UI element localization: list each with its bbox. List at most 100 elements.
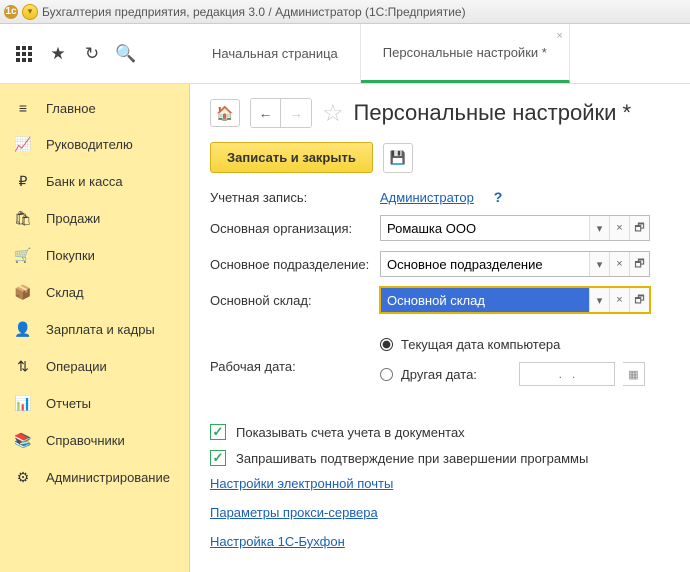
apps-icon[interactable]	[14, 44, 34, 64]
action-row: Записать и закрыть 💾	[210, 142, 670, 173]
chevron-down-icon[interactable]: ▾	[589, 288, 609, 312]
sidebar-item-reports[interactable]: 📊 Отчеты	[0, 385, 189, 422]
forward-button[interactable]: →	[281, 99, 311, 127]
sidebar-item-hr[interactable]: 👤 Зарплата и кадры	[0, 311, 189, 348]
gear-icon: ⚙	[14, 469, 32, 486]
list-icon: ≡	[14, 100, 32, 116]
radio-input[interactable]	[380, 368, 393, 381]
barchart-icon: 📊	[14, 395, 32, 412]
sidebar-item-refs[interactable]: 📚Справочники	[0, 422, 189, 459]
check-show-accounts[interactable]: ✓ Показывать счета учета в документах	[210, 424, 670, 440]
sidebar-item-operations[interactable]: ⇅Операции	[0, 348, 189, 385]
dropdown-icon[interactable]: ▾	[22, 4, 38, 20]
radio-current-date[interactable]: Текущая дата компьютера	[380, 337, 645, 352]
tab-label: Начальная страница	[212, 46, 338, 61]
sidebar-item-warehouse[interactable]: 📦 Склад	[0, 274, 189, 311]
link-buhfon-settings[interactable]: Настройка 1С-Бухфон	[210, 534, 345, 549]
sidebar-item-label: Администрирование	[46, 470, 170, 485]
checkbox-icon[interactable]: ✓	[210, 450, 226, 466]
content: 🏠 ← → ☆ Персональные настройки * Записат…	[190, 84, 690, 572]
cart-icon: 🛒	[14, 247, 32, 264]
dept-label: Основное подразделение:	[210, 257, 380, 272]
app-icon: 1c	[4, 5, 18, 19]
clear-icon[interactable]: ×	[609, 288, 629, 312]
open-icon[interactable]: 🗗	[629, 216, 649, 240]
org-label: Основная организация:	[210, 221, 380, 236]
sidebar-item-label: Банк и касса	[46, 174, 123, 189]
sidebar-item-label: Отчеты	[46, 396, 91, 411]
chevron-down-icon[interactable]: ▾	[589, 252, 609, 276]
sidebar-item-purchases[interactable]: 🛒 Покупки	[0, 237, 189, 274]
dept-input[interactable]	[381, 252, 589, 276]
radio-label: Текущая дата компьютера	[401, 337, 560, 352]
home-button[interactable]: 🏠	[210, 99, 240, 127]
sidebar-item-label: Руководителю	[46, 137, 133, 152]
sidebar-item-label: Склад	[46, 285, 84, 300]
sidebar-item-sales[interactable]: 🛍 Продажи	[0, 200, 189, 237]
sidebar-item-bank[interactable]: ₽ Банк и касса	[0, 163, 189, 200]
sidebar: ≡ Главное 📈 Руководителю ₽ Банк и касса 🛍 Пр…	[0, 84, 190, 572]
bag-icon: 🛍	[14, 210, 32, 227]
toolbar-left: ★ ↻ 🔍	[0, 24, 190, 83]
date-options: Текущая дата компьютера Другая дата: ▦	[380, 337, 645, 396]
radio-other-date[interactable]: Другая дата: ▦	[380, 362, 645, 386]
save-button[interactable]: 💾	[383, 143, 413, 173]
chart-icon: 📈	[14, 136, 32, 153]
favorite-icon[interactable]: ☆	[322, 99, 344, 128]
sidebar-item-main[interactable]: ≡ Главное	[0, 90, 189, 126]
org-combo: ▾ × 🗗	[380, 215, 650, 241]
open-icon[interactable]: 🗗	[629, 252, 649, 276]
tab-label: Персональные настройки *	[383, 45, 547, 60]
check-confirm-exit[interactable]: ✓ Запрашивать подтверждение при завершен…	[210, 450, 670, 466]
link-proxy-settings[interactable]: Параметры прокси-сервера	[210, 505, 378, 520]
sidebar-item-label: Продажи	[46, 211, 100, 226]
sidebar-item-label: Зарплата и кадры	[46, 322, 155, 337]
wh-input[interactable]	[381, 288, 589, 312]
wh-combo: ▾ × 🗗	[380, 287, 650, 313]
search-icon[interactable]: 🔍	[116, 44, 136, 64]
window-title: Бухгалтерия предприятия, редакция 3.0 / …	[42, 5, 466, 19]
account-label: Учетная запись:	[210, 190, 380, 205]
wh-label: Основной склад:	[210, 293, 380, 308]
wh-row: Основной склад: ▾ × 🗗	[210, 287, 670, 313]
page-header: 🏠 ← → ☆ Персональные настройки *	[210, 98, 670, 128]
toolbar: ★ ↻ 🔍 Начальная страница Персональные на…	[0, 24, 690, 84]
checkbox-label: Показывать счета учета в документах	[236, 425, 465, 440]
link-email-settings[interactable]: Настройки электронной почты	[210, 476, 393, 491]
back-button[interactable]: ←	[251, 99, 281, 127]
save-close-button[interactable]: Записать и закрыть	[210, 142, 373, 173]
checkbox-icon[interactable]: ✓	[210, 424, 226, 440]
radio-input[interactable]	[380, 338, 393, 351]
date-label: Рабочая дата:	[210, 359, 380, 374]
account-link[interactable]: Администратор	[380, 190, 474, 205]
tab-home[interactable]: Начальная страница	[190, 24, 361, 83]
nav-group: ← →	[250, 98, 312, 128]
ruble-icon: ₽	[14, 173, 32, 190]
sidebar-item-admin[interactable]: ⚙ Администрирование	[0, 459, 189, 496]
sidebar-item-manager[interactable]: 📈 Руководителю	[0, 126, 189, 163]
sidebar-item-label: Справочники	[46, 433, 125, 448]
tab-settings[interactable]: Персональные настройки * ×	[361, 24, 570, 83]
transfer-icon: ⇅	[14, 358, 32, 375]
close-icon[interactable]: ×	[556, 30, 562, 42]
page-title: Персональные настройки *	[354, 100, 632, 126]
open-icon[interactable]: 🗗	[629, 288, 649, 312]
history-icon[interactable]: ↻	[82, 44, 102, 64]
org-input[interactable]	[381, 216, 589, 240]
box-icon: 📦	[14, 284, 32, 301]
chevron-down-icon[interactable]: ▾	[589, 216, 609, 240]
person-icon: 👤	[14, 321, 32, 338]
sidebar-item-label: Главное	[46, 101, 96, 116]
help-icon[interactable]: ?	[494, 189, 503, 205]
date-input[interactable]	[519, 362, 615, 386]
radio-label: Другая дата:	[401, 367, 477, 382]
clear-icon[interactable]: ×	[609, 252, 629, 276]
main: ≡ Главное 📈 Руководителю ₽ Банк и касса 🛍 Пр…	[0, 84, 690, 572]
window-titlebar: 1c ▾ Бухгалтерия предприятия, редакция 3…	[0, 0, 690, 24]
star-icon[interactable]: ★	[48, 44, 68, 64]
clear-icon[interactable]: ×	[609, 216, 629, 240]
dept-combo: ▾ × 🗗	[380, 251, 650, 277]
sidebar-item-label: Покупки	[46, 248, 95, 263]
dept-row: Основное подразделение: ▾ × 🗗	[210, 251, 670, 277]
calendar-icon[interactable]: ▦	[623, 362, 645, 386]
